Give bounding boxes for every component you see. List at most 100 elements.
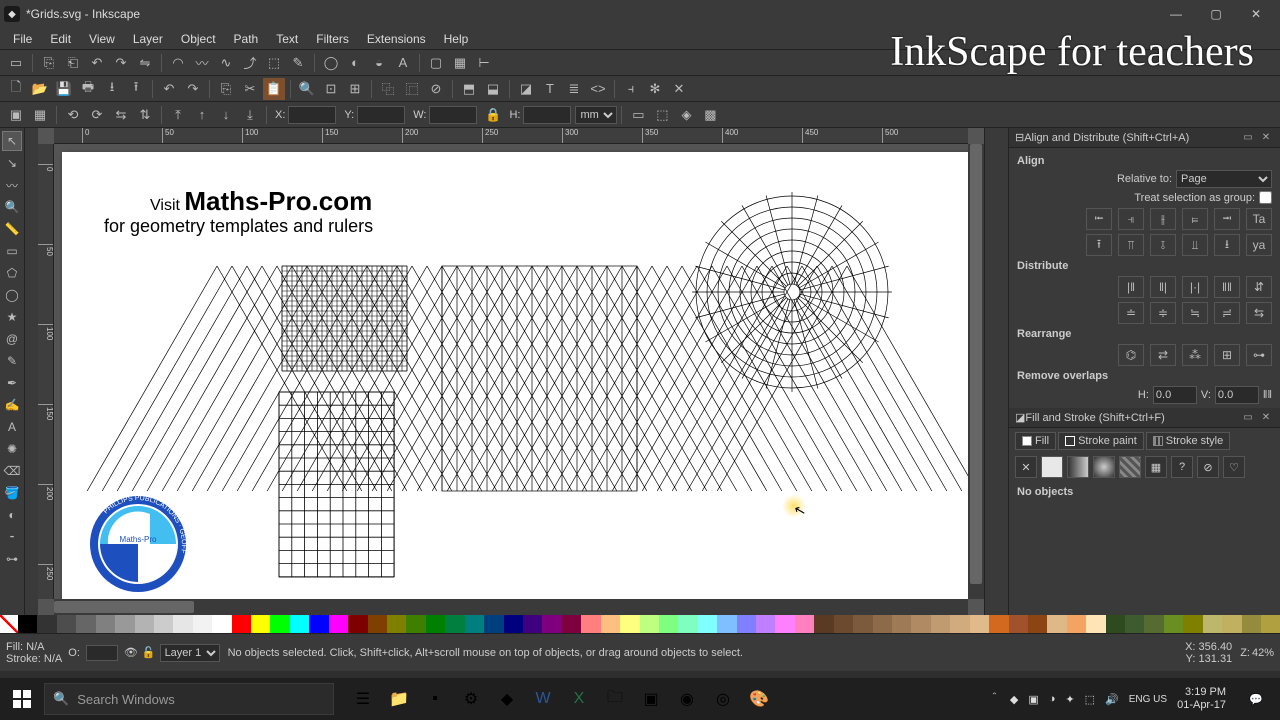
palette-swatch[interactable]: [1086, 615, 1105, 633]
palette-swatch[interactable]: [484, 615, 503, 633]
reverse-button[interactable]: ⤴: [239, 52, 261, 74]
copy-button[interactable]: ⎘: [215, 78, 237, 100]
no-paint-button[interactable]: ✕: [1015, 456, 1037, 478]
tray-app2-icon[interactable]: ▣: [1028, 693, 1038, 706]
palette-swatch[interactable]: [348, 615, 367, 633]
align-button[interactable]: ⫞: [620, 78, 642, 100]
dist-centerh-button[interactable]: ‖|: [1150, 276, 1176, 298]
dist-gap-h-button[interactable]: |·|: [1182, 276, 1208, 298]
palette-swatch[interactable]: [504, 615, 523, 633]
select-all-button[interactable]: ▭: [5, 52, 27, 74]
docprops-button[interactable]: ✕: [668, 78, 690, 100]
linear-gradient-button[interactable]: [1067, 456, 1089, 478]
align-top-edge-button[interactable]: ⭱: [1086, 234, 1112, 256]
palette-swatch[interactable]: [135, 615, 154, 633]
snap-toolbar[interactable]: [984, 128, 1008, 615]
unset-paint-button[interactable]: ⊘: [1197, 456, 1219, 478]
dist-top-button[interactable]: ≐: [1118, 302, 1144, 324]
palette-swatch[interactable]: [290, 615, 309, 633]
lock-layer-icon[interactable]: 🔓: [142, 646, 156, 659]
fill-tool[interactable]: 🪣: [2, 483, 22, 503]
align-right-edge-button[interactable]: ⭲: [1214, 208, 1240, 230]
h-input[interactable]: [523, 106, 571, 124]
cut-button[interactable]: ✂: [239, 78, 261, 100]
tab-stroke-style[interactable]: Stroke style: [1146, 432, 1230, 450]
move-gradient-button[interactable]: ◈: [675, 104, 697, 126]
align-text-v-button[interactable]: ya: [1246, 234, 1272, 256]
deselect-button[interactable]: ⎗: [62, 52, 84, 74]
tab-fill[interactable]: Fill: [1015, 432, 1056, 450]
new-button[interactable]: 🗋: [5, 78, 27, 100]
print-button[interactable]: 🖶: [77, 78, 99, 100]
unit-select[interactable]: mm: [575, 106, 617, 124]
palette-swatch[interactable]: [232, 615, 251, 633]
palette-swatch[interactable]: [950, 615, 969, 633]
palette-swatch[interactable]: [154, 615, 173, 633]
overlap-h-input[interactable]: [1153, 386, 1197, 404]
open-button[interactable]: 📂: [29, 78, 51, 100]
palette-swatch[interactable]: [212, 615, 231, 633]
undo-button[interactable]: ↶: [158, 78, 180, 100]
tray-chevron-icon[interactable]: ＾: [989, 691, 1000, 707]
palette-swatch[interactable]: [465, 615, 484, 633]
scale-stroke-button[interactable]: ▭: [627, 104, 649, 126]
zoom-fit-button[interactable]: 🔍: [296, 78, 318, 100]
palette-swatch[interactable]: [115, 615, 134, 633]
palette-swatch[interactable]: [892, 615, 911, 633]
layer-select[interactable]: Layer 1: [160, 644, 220, 662]
palette-swatch[interactable]: [1261, 615, 1280, 633]
node-tool[interactable]: ↘: [2, 153, 22, 173]
palette-swatch[interactable]: [1203, 615, 1222, 633]
palette-swatch[interactable]: [1144, 615, 1163, 633]
tray-app3-icon[interactable]: ◑: [1049, 693, 1056, 705]
scale-corners-button[interactable]: ⬚: [651, 104, 673, 126]
calligraphy-tool[interactable]: ✍: [2, 395, 22, 415]
explorer-icon[interactable]: 📁: [382, 682, 416, 716]
eraser-tool[interactable]: ⌫: [2, 461, 22, 481]
palette-swatch[interactable]: [698, 615, 717, 633]
union-button[interactable]: ◯: [320, 52, 342, 74]
menu-layer[interactable]: Layer: [124, 30, 172, 48]
menu-extensions[interactable]: Extensions: [358, 30, 435, 48]
chrome-icon[interactable]: ◉: [670, 682, 704, 716]
palette-swatch[interactable]: [756, 615, 775, 633]
palette-swatch[interactable]: [562, 615, 581, 633]
treat-group-checkbox[interactable]: [1259, 191, 1272, 204]
menu-file[interactable]: File: [4, 30, 41, 48]
palette-swatch[interactable]: [1028, 615, 1047, 633]
redo-button[interactable]: ↷: [182, 78, 204, 100]
rect-tool[interactable]: ▭: [2, 241, 22, 261]
panel-close-button[interactable]: ✕: [1258, 130, 1274, 146]
dist-centerv-button[interactable]: ≑: [1150, 302, 1176, 324]
fill-stroke-button[interactable]: ◪: [515, 78, 537, 100]
clone-button[interactable]: ⿸: [401, 78, 423, 100]
scrollbar-vertical[interactable]: [968, 144, 984, 599]
inkscape-task-icon[interactable]: ◆: [490, 682, 524, 716]
simplify-button[interactable]: ∿: [215, 52, 237, 74]
menu-view[interactable]: View: [80, 30, 124, 48]
raise-button[interactable]: ↑: [191, 104, 213, 126]
3dbox-tool[interactable]: ⬠: [2, 263, 22, 283]
palette-swatch[interactable]: [1047, 615, 1066, 633]
fill-panel-min-button[interactable]: ▭: [1240, 410, 1256, 426]
settings-icon[interactable]: ⚙: [454, 682, 488, 716]
palette-swatch[interactable]: [931, 615, 950, 633]
camtasia-icon[interactable]: ▣: [634, 682, 668, 716]
palette-swatch[interactable]: [678, 615, 697, 633]
lock-wh-button[interactable]: 🔒: [482, 104, 504, 126]
export-button[interactable]: ⭱: [125, 78, 147, 100]
align-center-v-button[interactable]: ⫱: [1150, 234, 1176, 256]
fill-panel-close-button[interactable]: ✕: [1258, 410, 1274, 426]
select-all-button-2[interactable]: ▦: [29, 104, 51, 126]
palette-swatch[interactable]: [814, 615, 833, 633]
visibility-icon[interactable]: 👁: [124, 646, 138, 659]
trace-button[interactable]: ⬚: [263, 52, 285, 74]
rotate-90-ccw-button[interactable]: ⟲: [62, 104, 84, 126]
paint-icon[interactable]: 🎨: [742, 682, 776, 716]
word-icon[interactable]: W: [526, 682, 560, 716]
tweak-tool[interactable]: 〰: [2, 175, 22, 195]
palette-swatch[interactable]: [853, 615, 872, 633]
palette-swatch[interactable]: [1106, 615, 1125, 633]
palette-swatch[interactable]: [445, 615, 464, 633]
random-button[interactable]: ⁂: [1182, 344, 1208, 366]
